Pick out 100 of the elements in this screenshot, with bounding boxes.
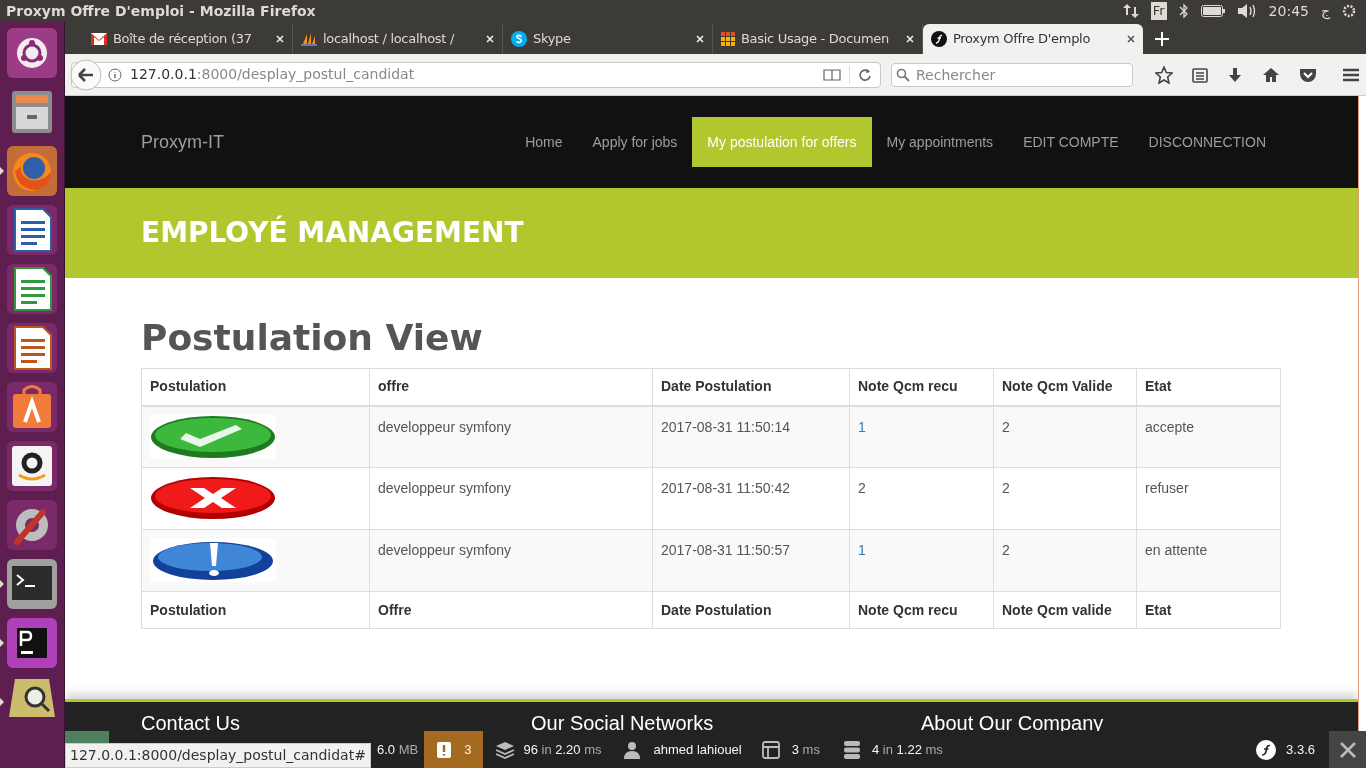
column-header: Etat bbox=[1136, 368, 1281, 406]
table-cell: 2 bbox=[993, 405, 1137, 468]
ubuntu-logo-icon[interactable] bbox=[7, 28, 57, 78]
render-time[interactable]: 3 ms bbox=[791, 739, 820, 760]
envelope-icon bbox=[91, 33, 107, 45]
banner-title: EMPLOYÉ MANAGEMENT bbox=[141, 214, 524, 251]
menu-icon[interactable] bbox=[1342, 66, 1360, 83]
nav-link[interactable]: Home bbox=[510, 117, 578, 167]
nav-link[interactable]: My appointments bbox=[871, 117, 1009, 167]
clipboard-list-icon[interactable] bbox=[1192, 66, 1208, 83]
grid-icon bbox=[721, 32, 735, 46]
table-cell: developpeur symfony bbox=[369, 529, 653, 592]
check-oval-icon bbox=[150, 414, 276, 459]
footer-heading: Our Social Networks bbox=[531, 712, 714, 734]
tab-title: localhost / localhost / bbox=[323, 30, 456, 49]
bluetooth-icon[interactable] bbox=[1178, 3, 1189, 19]
table-cell: 2017-08-31 11:50:42 bbox=[652, 467, 850, 530]
table-cell: 2 bbox=[993, 467, 1137, 530]
volume-icon[interactable] bbox=[1236, 3, 1257, 19]
document-icon[interactable] bbox=[7, 205, 57, 255]
shopping-bag-icon[interactable] bbox=[7, 382, 57, 432]
status-url-tooltip: 127.0.0.1:8000/desplay_postul_candidat# bbox=[65, 743, 371, 768]
column-header: Date Postulation bbox=[652, 368, 850, 406]
presentation-icon[interactable] bbox=[7, 323, 57, 373]
table-cell: 2017-08-31 11:50:57 bbox=[652, 529, 850, 592]
window-title: Proxym Offre D'emploi - Mozilla Firefox bbox=[6, 1, 316, 21]
close-icon bbox=[1339, 741, 1356, 758]
column-footer: Date Postulation bbox=[652, 591, 850, 629]
layers-icon[interactable] bbox=[495, 740, 516, 759]
nav-link[interactable]: EDIT COMPTE bbox=[1008, 117, 1134, 167]
memory-reading[interactable]: 6.0 MB bbox=[371, 739, 425, 760]
table-cell: accepte bbox=[1136, 405, 1281, 468]
log-count: 3 bbox=[464, 740, 472, 759]
reload-icon[interactable] bbox=[858, 67, 872, 82]
nav-link[interactable]: DISCONNECTION bbox=[1133, 117, 1281, 167]
footer-heading: Contact Us bbox=[141, 712, 240, 734]
column-header: Note Qcm Valide bbox=[993, 368, 1137, 406]
score-link[interactable]: 1 bbox=[849, 529, 994, 592]
wrench-gear-icon[interactable] bbox=[7, 500, 57, 550]
new-tab-icon[interactable] bbox=[1155, 32, 1169, 46]
nav-link[interactable]: Apply for jobs bbox=[577, 117, 693, 167]
keyboard-layout-indicator[interactable]: Fr bbox=[1150, 2, 1167, 20]
cross-oval-icon bbox=[150, 476, 276, 520]
firefox-icon[interactable] bbox=[7, 146, 57, 196]
cache-reading[interactable]: 96 in 2.20 ms bbox=[523, 739, 602, 760]
input-language-indicator[interactable]: ج bbox=[1320, 0, 1330, 22]
tab-title: Proxym Offre D'emplo bbox=[953, 30, 1092, 49]
network-arrows-icon[interactable] bbox=[1122, 3, 1139, 19]
column-footer: Offre bbox=[369, 591, 653, 629]
column-footer: Note Qcm recu bbox=[849, 591, 994, 629]
symfony-logo-icon[interactable] bbox=[1256, 739, 1277, 760]
brand-link[interactable]: Proxym-IT bbox=[141, 128, 224, 156]
table-cell: developpeur symfony bbox=[369, 405, 653, 468]
table-cell: refuser bbox=[1136, 467, 1281, 530]
tab-title: Basic Usage - Documen bbox=[741, 30, 890, 49]
ide-icon[interactable] bbox=[7, 618, 57, 668]
table-cell: developpeur symfony bbox=[369, 467, 653, 530]
sail-icon bbox=[301, 32, 317, 46]
terminal-icon[interactable] bbox=[7, 559, 57, 609]
table-cell: 2 bbox=[993, 529, 1137, 592]
symfony-logo-icon bbox=[931, 31, 947, 47]
reader-view-icon[interactable] bbox=[823, 67, 841, 82]
search-icon bbox=[896, 67, 910, 82]
page-heading: Postulation View bbox=[141, 316, 484, 360]
browser-tab[interactable]: Proxym Offre D'emplo bbox=[923, 24, 1143, 54]
user-icon[interactable] bbox=[623, 740, 640, 759]
pocket-icon[interactable] bbox=[1299, 66, 1317, 83]
column-header: offre bbox=[369, 368, 653, 406]
column-footer: Postulation bbox=[141, 591, 370, 629]
tab-title: Boîte de réception (37 bbox=[113, 30, 253, 49]
logs-panel[interactable]: 3 bbox=[424, 731, 484, 768]
column-footer: Etat bbox=[1136, 591, 1281, 629]
score-link[interactable]: 1 bbox=[849, 405, 994, 468]
spreadsheet-icon[interactable] bbox=[7, 264, 57, 314]
table-cell: en attente bbox=[1136, 529, 1281, 592]
layout-icon[interactable] bbox=[761, 740, 780, 759]
version-label[interactable]: 3.3.6 bbox=[1286, 739, 1315, 760]
close-icon[interactable] bbox=[1127, 35, 1135, 43]
skype-icon bbox=[511, 31, 527, 47]
user-name[interactable]: ahmed lahiouel bbox=[653, 739, 742, 760]
download-arrow-icon[interactable] bbox=[1227, 66, 1243, 83]
close-toolbar-button[interactable] bbox=[1329, 731, 1366, 768]
home-icon[interactable] bbox=[1262, 66, 1280, 83]
table-cell: 2017-08-31 11:50:14 bbox=[652, 405, 850, 468]
search-field[interactable]: Rechercher bbox=[891, 62, 1133, 87]
star-icon[interactable] bbox=[1155, 65, 1173, 84]
column-footer: Note Qcm valide bbox=[993, 591, 1137, 629]
database-icon[interactable] bbox=[843, 740, 860, 759]
database-reading[interactable]: 4 in 1.22 ms bbox=[871, 739, 943, 760]
power-gear-icon[interactable] bbox=[1342, 4, 1356, 18]
url-field[interactable]: 127.0.0.1:8000/desplay_postul_candidat bbox=[71, 61, 881, 88]
clock[interactable]: 20:45 bbox=[1268, 0, 1309, 22]
info-icon[interactable] bbox=[108, 67, 122, 82]
battery-icon[interactable] bbox=[1200, 5, 1225, 17]
column-header: Postulation bbox=[141, 368, 370, 406]
image-viewer-icon[interactable] bbox=[7, 677, 57, 717]
table-cell: 2 bbox=[849, 467, 994, 530]
tab-title: Skype bbox=[533, 30, 572, 49]
exclamation-icon bbox=[436, 740, 453, 759]
column-header: Note Qcm recu bbox=[849, 368, 994, 406]
